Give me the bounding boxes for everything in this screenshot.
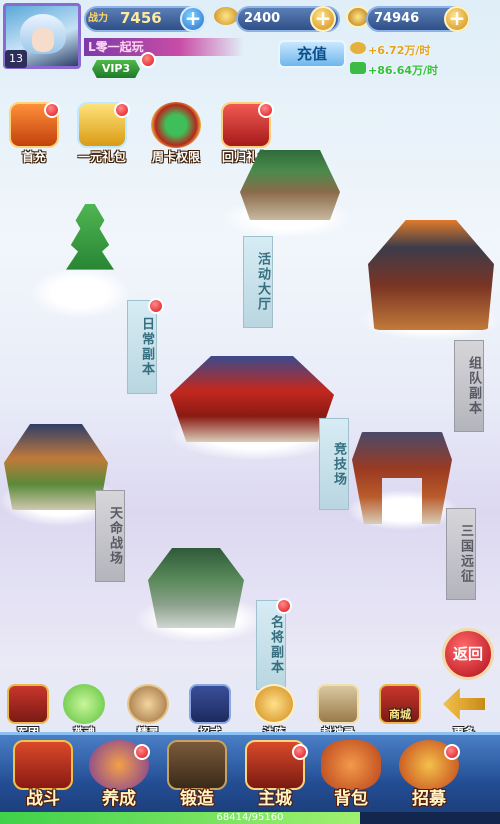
general-dungeon-building[interactable] bbox=[148, 548, 244, 628]
medal-icon bbox=[151, 102, 201, 148]
exp-text: 68414/95160 bbox=[216, 812, 284, 823]
power-plus-button[interactable]: + bbox=[180, 6, 206, 32]
vip-badge[interactable]: VIP3 bbox=[92, 60, 140, 78]
formation-icon bbox=[253, 684, 295, 724]
activity-hall-label[interactable]: 活动大厅 bbox=[243, 236, 273, 328]
gold-value: 74946 bbox=[374, 11, 420, 26]
dock-red-dot bbox=[444, 744, 460, 760]
main-palace-building[interactable] bbox=[170, 356, 334, 442]
vip-red-dot bbox=[140, 52, 156, 68]
gold-plus-button[interactable]: + bbox=[444, 6, 470, 32]
dock-label: 养成 bbox=[102, 789, 136, 809]
player-name: L零一起玩 bbox=[84, 38, 244, 56]
cloud bbox=[30, 268, 130, 318]
gold-rate-icon bbox=[350, 42, 366, 54]
arrow-left-icon bbox=[443, 688, 485, 720]
daily-dungeon-label[interactable]: 日常副本 bbox=[127, 300, 157, 394]
dock-label: 招募 bbox=[412, 789, 446, 809]
event-label: 周卡权限 bbox=[151, 150, 200, 164]
activity-hall-building[interactable] bbox=[240, 150, 340, 220]
event-red-dot bbox=[258, 102, 274, 118]
submenu-label: 商城 bbox=[389, 708, 411, 721]
dock-bag[interactable]: 背包 bbox=[316, 740, 386, 809]
hero-soul-icon bbox=[63, 684, 105, 724]
power-value: 7456 bbox=[120, 9, 162, 27]
dock-label: 主城 bbox=[258, 789, 292, 809]
silver-value: 2400 bbox=[244, 11, 281, 26]
silver-plus-button[interactable]: + bbox=[310, 6, 336, 32]
silver-ingot-icon bbox=[214, 7, 238, 25]
event-red-dot bbox=[114, 102, 130, 118]
dock-label: 锻造 bbox=[180, 789, 214, 809]
back-button[interactable]: 返回 bbox=[442, 628, 494, 680]
dock-red-dot bbox=[292, 744, 308, 760]
bag-icon bbox=[321, 740, 381, 790]
gold-rate: +6.72万/时 bbox=[368, 44, 431, 57]
book-icon bbox=[189, 684, 231, 724]
event-weekly-card[interactable]: 周卡权限 bbox=[146, 102, 206, 165]
avatar-face bbox=[32, 28, 54, 52]
daily-dungeon-red-dot bbox=[148, 298, 164, 314]
legion-icon bbox=[7, 684, 49, 724]
team-dungeon-label[interactable]: 组队副本 bbox=[454, 340, 484, 432]
fate-battlefield-building[interactable] bbox=[4, 424, 108, 510]
dock-battle[interactable]: 战斗 bbox=[8, 740, 78, 809]
orange-hall-building[interactable] bbox=[368, 220, 494, 330]
exp-bar: 68414/95160 bbox=[0, 812, 500, 824]
silver-rate: +86.64万/时 bbox=[368, 64, 439, 77]
general-dungeon-red-dot bbox=[276, 598, 292, 614]
submenu-shop[interactable]: 商城 bbox=[372, 684, 428, 724]
spirit-icon bbox=[127, 684, 169, 724]
battle-icon bbox=[13, 740, 73, 790]
charge-button[interactable]: 充值 bbox=[278, 40, 346, 68]
dock-red-dot bbox=[134, 744, 150, 760]
event-red-dot bbox=[44, 102, 60, 118]
arena-label[interactable]: 竞技场 bbox=[319, 418, 349, 510]
player-level: 13 bbox=[5, 50, 27, 68]
dock-label: 背包 bbox=[334, 789, 368, 809]
power-label: 战力 bbox=[88, 13, 108, 24]
three-kingdoms-label[interactable]: 三国远征 bbox=[446, 508, 476, 600]
anvil-icon bbox=[167, 740, 227, 790]
scroll-icon bbox=[317, 684, 359, 724]
event-label: 一元礼包 bbox=[77, 150, 126, 164]
dock-forge[interactable]: 锻造 bbox=[162, 740, 232, 809]
silver-rate-icon bbox=[350, 62, 366, 74]
event-label: 首充 bbox=[21, 150, 46, 164]
dock-label: 战斗 bbox=[26, 789, 60, 809]
fate-battlefield-label[interactable]: 天命战场 bbox=[95, 490, 125, 582]
